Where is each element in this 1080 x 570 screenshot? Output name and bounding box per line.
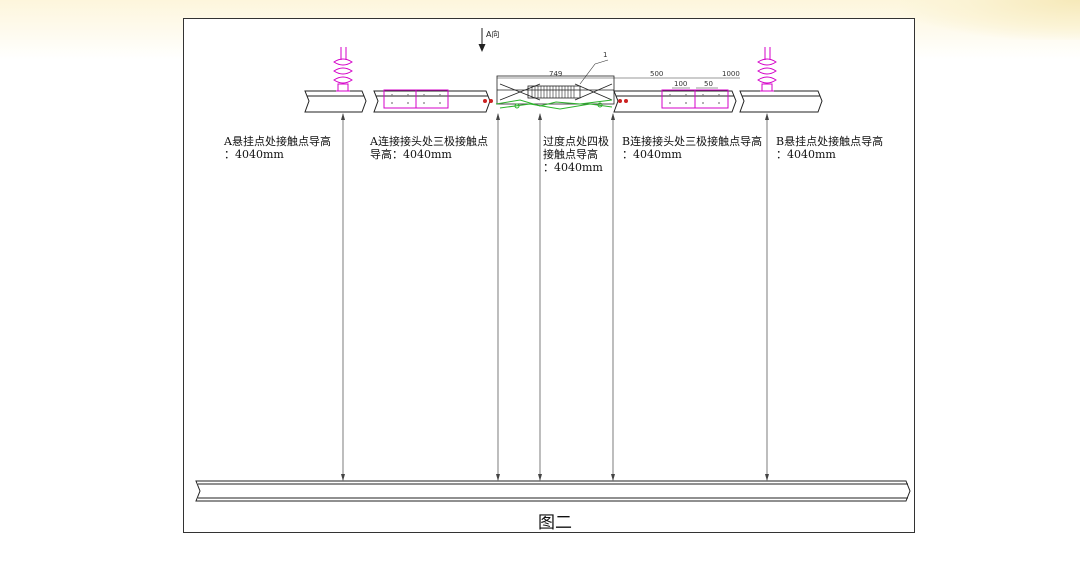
label-b-joint-line2: ：4040mm — [622, 148, 682, 161]
label-b-joint-line1: B连接接头处三极接触点导高 — [622, 135, 763, 148]
suspension-insulator-b — [757, 47, 777, 92]
direction-arrow — [478, 28, 486, 52]
label-a-suspension-line1: A悬挂点处接触点导高 — [224, 135, 331, 148]
dimension-50: 50 — [704, 80, 713, 88]
label-b-suspension-line1: B悬挂点处接触点导高 — [776, 135, 884, 148]
figure-caption: 图二 — [538, 513, 572, 533]
label-transition-line2: 接触点导高 — [543, 148, 598, 161]
dimension-749: 749 — [549, 70, 562, 78]
lower-rail — [195, 480, 911, 502]
label-a-joint: A连接接头处三极接触点 导高：4040mm — [370, 135, 488, 161]
joint-plate-b — [661, 89, 729, 109]
label-transition: 过度点处四极 接触点导高 ：4040mm — [543, 135, 609, 174]
transition-fins — [531, 86, 575, 98]
technical-drawing: A向 749 500 1000 100 50 1 — [195, 28, 911, 502]
transition-green-elements — [495, 99, 613, 110]
label-a-suspension: A悬挂点处接触点导高 ：4040mm — [224, 135, 331, 161]
joint-plate-a — [383, 89, 449, 109]
dimension-500: 500 — [650, 70, 663, 78]
label-transition-line1: 过度点处四极 — [543, 135, 609, 148]
label-b-suspension: B悬挂点处接触点导高 ：4040mm — [776, 135, 883, 161]
callout-number: 1 — [603, 51, 607, 59]
direction-label: A向 — [486, 29, 499, 39]
label-a-joint-line1: A连接接头处三极接触点 — [370, 135, 488, 148]
label-b-suspension-line2: ：4040mm — [776, 148, 836, 161]
label-a-joint-line2: 导高：4040mm — [370, 148, 452, 161]
transition-device — [496, 75, 615, 105]
label-transition-line3: ：4040mm — [543, 161, 603, 174]
label-a-suspension-line2: ：4040mm — [224, 148, 284, 161]
dimension-1000: 1000 — [722, 70, 740, 78]
label-b-joint: B连接接头处三极接触点导高 ：4040mm — [622, 135, 762, 161]
suspension-insulator-a — [333, 47, 353, 92]
dimension-100: 100 — [674, 80, 687, 88]
